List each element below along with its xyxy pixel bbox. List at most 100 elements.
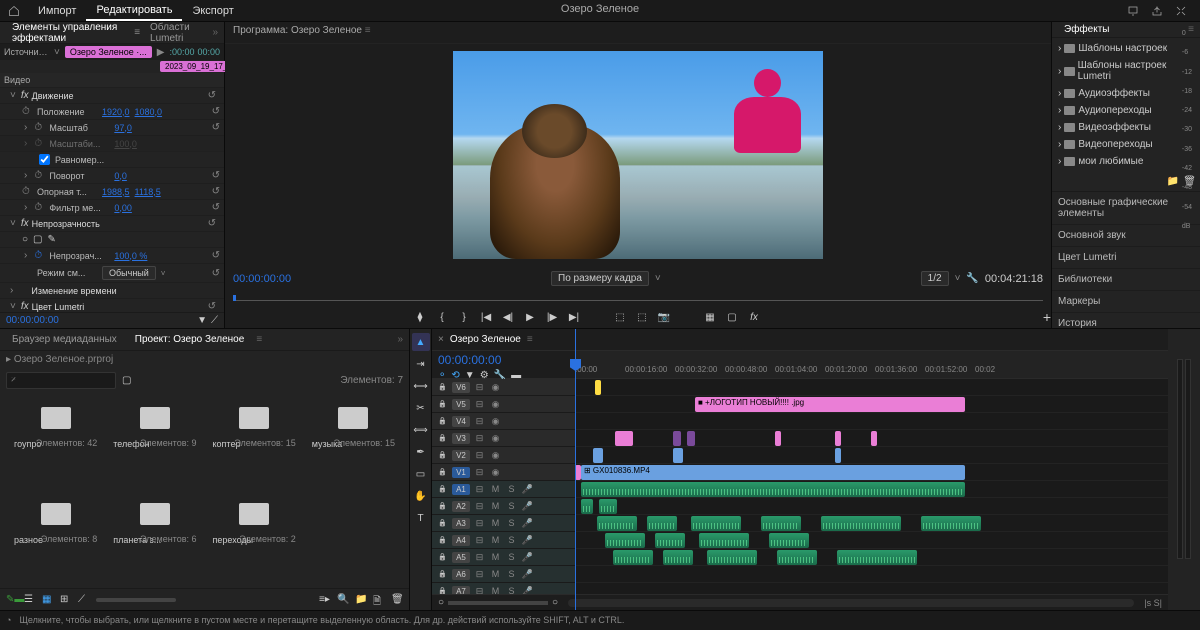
sort-icon[interactable]: ⟋	[78, 594, 90, 606]
stopwatch-icon[interactable]: ⏱	[22, 106, 32, 117]
audio-track-header[interactable]: A2⊟MS🎤	[432, 498, 575, 515]
audio-track[interactable]	[575, 481, 1168, 498]
new-item-icon[interactable]: 🗎	[373, 594, 385, 606]
rectangle-tool[interactable]: ▭	[412, 465, 430, 483]
tab-edit[interactable]: Редактировать	[86, 1, 182, 21]
fx-opacity[interactable]: Непрозрачность	[32, 219, 205, 229]
audio-track-header[interactable]: A4⊟MS🎤	[432, 532, 575, 549]
pen-tool[interactable]: ✒	[412, 443, 430, 461]
effects-folder[interactable]: ›Видеоэффекты	[1052, 119, 1200, 136]
tab-effect-controls[interactable]: Элементы управления эффектами	[6, 20, 130, 46]
step-back-icon[interactable]: ◀|	[501, 310, 515, 324]
timeline-timecode[interactable]: 00:00:00:00	[438, 353, 569, 367]
go-to-out-icon[interactable]: ▶|	[567, 310, 581, 324]
rotation-value[interactable]: 0,0	[114, 171, 127, 181]
timeline-ruler[interactable]: :00:0000:00:16:0000:00:32:0000:00:48:000…	[575, 351, 1168, 378]
tab-media-browser[interactable]: Браузер медиаданных	[6, 332, 123, 347]
effects-folder[interactable]: ›Шаблоны настроек Lumetri	[1052, 57, 1200, 85]
uniform-scale-checkbox[interactable]	[39, 154, 50, 165]
fx-button[interactable]: fx	[747, 310, 761, 324]
search-bin-icon[interactable]: ▢	[122, 375, 131, 386]
icon-view-icon[interactable]: ▦	[42, 594, 54, 606]
effects-folder[interactable]: ›мои любимые	[1052, 153, 1200, 170]
audio-track-header[interactable]: A6⊟MS🎤	[432, 566, 575, 583]
audio-track[interactable]	[575, 515, 1168, 532]
timeline-zoom-slider[interactable]	[448, 601, 548, 605]
position-x[interactable]: 1920,0	[102, 107, 130, 117]
bin-item[interactable]: разноеЭлементов: 8	[10, 495, 101, 583]
antiflicker-value[interactable]: 0,00	[114, 203, 132, 213]
rect-mask-icon[interactable]: ▢	[33, 234, 42, 245]
fit-select[interactable]: По размеру кадра	[551, 271, 649, 286]
play-icon[interactable]: ▶	[155, 47, 167, 58]
fx-motion[interactable]: Движение	[32, 91, 205, 101]
find-icon[interactable]: 🔍	[337, 594, 349, 606]
panel-tab[interactable]: Маркеры	[1052, 291, 1200, 313]
sequence-chip[interactable]: Озеро Зеленое ·...	[65, 46, 152, 58]
button-editor-icon[interactable]: +	[1043, 309, 1051, 325]
resolution-select[interactable]: 1/2	[921, 271, 949, 286]
video-track[interactable]: ⊞ GX010836.MP4	[575, 464, 1168, 481]
panel-tab[interactable]: Основные графические элементы	[1052, 192, 1200, 225]
chevron-down-icon[interactable]: ˅	[52, 47, 62, 58]
tab-import[interactable]: Импорт	[28, 2, 86, 20]
position-y[interactable]: 1080,0	[135, 107, 163, 117]
slip-tool[interactable]: ⟺	[412, 421, 430, 439]
new-bin-icon[interactable]: 📁	[1167, 176, 1179, 187]
timeline-zoom-out[interactable]: ○	[438, 597, 444, 608]
sequence-tab[interactable]: Озеро Зеленое	[444, 332, 527, 347]
audio-track-header[interactable]: A3⊟MS🎤	[432, 515, 575, 532]
track-select-tool[interactable]: ⇥	[412, 355, 430, 373]
export-frame-icon[interactable]: 📷	[657, 310, 671, 324]
bin-item[interactable]: гоупроЭлементов: 42	[10, 399, 101, 487]
program-monitor[interactable]	[225, 44, 1051, 266]
bin-item[interactable]: планета з...Элементов: 6	[109, 495, 200, 583]
type-tool[interactable]: T	[412, 509, 430, 527]
audio-track-header[interactable]: A1⊟MS🎤	[432, 481, 575, 498]
reset-icon[interactable]: ↺	[208, 90, 216, 101]
lift-icon[interactable]: ⬚	[613, 310, 627, 324]
fx-lumetri[interactable]: Цвет Lumetri	[32, 302, 205, 312]
audio-track[interactable]	[575, 532, 1168, 549]
razor-tool[interactable]: ✂	[412, 399, 430, 417]
ripple-edit-tool[interactable]: ⟷	[412, 377, 430, 395]
bin-item[interactable]: переходыЭлементов: 2	[209, 495, 300, 583]
comparison-icon[interactable]: ▦	[703, 310, 717, 324]
video-track-header[interactable]: V2⊟	[432, 447, 575, 464]
home-icon[interactable]	[0, 0, 28, 22]
share-icon[interactable]	[1150, 4, 1164, 18]
bin-item[interactable]: телефонЭлементов: 9	[109, 399, 200, 487]
step-forward-icon[interactable]: |▶	[545, 310, 559, 324]
ec-timecode[interactable]: 00:00:00:00	[6, 315, 59, 326]
zoom-slider[interactable]: ⟋	[211, 315, 218, 326]
delete-icon[interactable]: 🗑	[391, 594, 403, 606]
wrench-icon[interactable]: 🔧	[966, 273, 978, 284]
new-bin-icon[interactable]: 📁	[355, 594, 367, 606]
timeline-scrollbar[interactable]	[568, 599, 1134, 607]
bin-item[interactable]: музыкаЭлементов: 15	[308, 399, 399, 487]
video-track[interactable]: ■ +ЛОГОТИП НОВЫЙ!!!! .jpg	[575, 396, 1168, 413]
tab-project[interactable]: Проект: Озеро Зеленое	[129, 332, 251, 347]
add-marker-icon[interactable]: ⧫	[413, 310, 427, 324]
go-to-in-icon[interactable]: |◀	[479, 310, 493, 324]
pen-mask-icon[interactable]: ✎	[48, 234, 56, 245]
mark-out-icon[interactable]: }	[457, 310, 471, 324]
fx-time-remap[interactable]: Изменение времени	[31, 286, 216, 296]
quick-export-icon[interactable]	[1126, 4, 1140, 18]
effects-folder[interactable]: ›Аудиопереходы	[1052, 102, 1200, 119]
audio-track-header[interactable]: A7⊟MS🎤	[432, 583, 575, 594]
anchor-x[interactable]: 1988,5	[102, 187, 130, 197]
video-track[interactable]	[575, 447, 1168, 464]
audio-track[interactable]	[575, 583, 1168, 594]
audio-track[interactable]	[575, 498, 1168, 515]
program-timecode[interactable]: 00:00:00:00	[233, 273, 291, 285]
audio-track[interactable]	[575, 566, 1168, 583]
effects-folder[interactable]: ›Видеопереходы	[1052, 136, 1200, 153]
video-track-header[interactable]: V3⊟	[432, 430, 575, 447]
auto-match-icon[interactable]: ≡▸	[319, 594, 331, 606]
tab-export[interactable]: Экспорт	[182, 2, 243, 20]
panel-tab[interactable]: Основной звук	[1052, 225, 1200, 247]
video-track-header[interactable]: V5⊟	[432, 396, 575, 413]
video-track-header[interactable]: V6⊟	[432, 379, 575, 396]
panel-tab[interactable]: Цвет Lumetri	[1052, 247, 1200, 269]
